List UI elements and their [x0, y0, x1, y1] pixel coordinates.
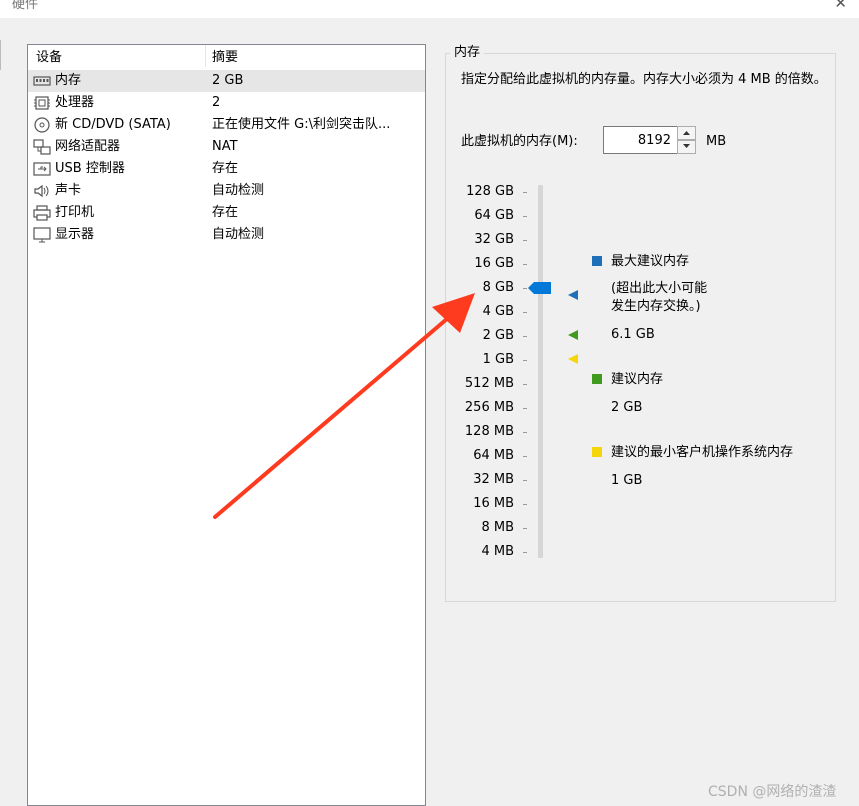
scale-tick	[523, 288, 527, 289]
annotation-arrow	[213, 293, 475, 519]
device-name: 打印机	[55, 205, 95, 220]
scale-tick	[523, 552, 527, 553]
chevron-down-icon	[683, 144, 690, 148]
processor-icon	[34, 96, 50, 110]
min-guest-os-value: 1 GB	[611, 473, 643, 488]
window-edge	[0, 40, 3, 70]
close-icon[interactable]: ✕	[834, 0, 847, 12]
device-row-sound-card[interactable]: 声卡 自动检测	[28, 180, 425, 202]
device-name: 处理器	[55, 95, 95, 110]
watermark: CSDN @网络的渣渣	[708, 784, 837, 800]
scale-tick	[523, 360, 527, 361]
window-title: 硬件	[12, 0, 39, 12]
device-name: 内存	[55, 73, 82, 88]
max-recommended-swatch	[592, 256, 602, 266]
recommended-title: 建议内存	[611, 372, 664, 387]
column-header-device[interactable]: 设备	[36, 49, 62, 67]
device-summary: 自动检测	[212, 183, 265, 198]
column-divider[interactable]	[205, 45, 206, 67]
device-row-cd-dvd[interactable]: 新 CD/DVD (SATA) 正在使用文件 G:\利剑突击队...	[28, 114, 425, 136]
memory-icon	[33, 76, 51, 86]
scale-tick	[523, 432, 527, 433]
column-header-summary[interactable]: 摘要	[212, 49, 238, 67]
decrease-button[interactable]	[677, 140, 696, 154]
scale-tick	[523, 312, 527, 313]
device-rows: 内存 2 GB 处理器 2 新 CD/DVD (SATA) 正在使用文件 G:\…	[28, 70, 425, 246]
memory-group-title: 内存	[450, 44, 485, 62]
printer-icon	[33, 205, 51, 221]
scale-label: 128 GB	[466, 184, 514, 199]
min-guest-os-marker	[568, 354, 578, 364]
scale-tick	[523, 264, 527, 265]
device-list-header: 设备 摘要	[28, 45, 425, 69]
scale-tick	[523, 216, 527, 217]
device-summary: 2 GB	[212, 73, 244, 88]
min-guest-os-swatch	[592, 447, 602, 457]
scale-tick	[523, 480, 527, 481]
device-row-usb[interactable]: USB 控制器 存在	[28, 158, 425, 180]
scale-tick	[523, 456, 527, 457]
device-row-processor[interactable]: 处理器 2	[28, 92, 425, 114]
scale-tick	[523, 408, 527, 409]
device-summary: 正在使用文件 G:\利剑突击队...	[212, 117, 391, 132]
max-recommended-title: 最大建议内存	[611, 254, 690, 269]
device-summary: 存在	[212, 161, 239, 176]
device-summary: 自动检测	[212, 227, 265, 242]
scale-tick	[523, 336, 527, 337]
display-icon	[33, 227, 51, 243]
scale-tick	[523, 240, 527, 241]
min-guest-os-title: 建议的最小客户机操作系统内存	[611, 445, 794, 460]
device-name: 声卡	[55, 183, 82, 198]
device-name: 显示器	[55, 227, 95, 242]
max-recommended-note: (超出此大小可能	[611, 281, 708, 296]
scale-label: 16 GB	[474, 256, 514, 271]
device-name: USB 控制器	[55, 161, 125, 176]
device-row-memory[interactable]: 内存 2 GB	[28, 70, 425, 92]
memory-field-label: 此虚拟机的内存(M):	[461, 134, 578, 149]
max-recommended-marker	[568, 290, 578, 300]
device-summary: 2	[212, 95, 221, 110]
device-row-printer[interactable]: 打印机 存在	[28, 202, 425, 224]
memory-slider-track[interactable]	[538, 185, 543, 558]
memory-slider-thumb[interactable]	[528, 281, 552, 295]
device-row-network-adapter[interactable]: 网络适配器 NAT	[28, 136, 425, 158]
scale-tick	[523, 192, 527, 193]
chevron-up-icon	[683, 131, 690, 135]
memory-description: 指定分配给此虚拟机的内存量。内存大小必须为 4 MB 的倍数。	[461, 72, 827, 87]
device-name: 新 CD/DVD (SATA)	[55, 117, 171, 132]
sound-card-icon	[34, 184, 49, 198]
memory-unit: MB	[706, 134, 727, 149]
max-recommended-note: 发生内存交换。)	[611, 299, 701, 314]
memory-size-input[interactable]	[603, 126, 678, 154]
device-summary: NAT	[212, 139, 238, 154]
scale-label: 64 GB	[474, 208, 514, 223]
scale-tick	[523, 528, 527, 529]
device-name: 网络适配器	[55, 139, 121, 154]
cd-dvd-icon	[34, 117, 50, 133]
increase-button[interactable]	[677, 126, 696, 140]
title-bar: 硬件 ✕	[0, 0, 859, 18]
recommended-marker	[568, 330, 578, 340]
network-adapter-icon	[33, 139, 51, 155]
scale-tick	[523, 504, 527, 505]
recommended-value: 2 GB	[611, 400, 643, 415]
recommended-swatch	[592, 374, 602, 384]
max-recommended-value: 6.1 GB	[611, 327, 655, 342]
device-summary: 存在	[212, 205, 239, 220]
usb-icon	[33, 162, 51, 176]
scale-tick	[523, 384, 527, 385]
device-row-display[interactable]: 显示器 自动检测	[28, 224, 425, 246]
scale-label: 32 GB	[474, 232, 514, 247]
scale-label: 4 MB	[481, 544, 514, 559]
